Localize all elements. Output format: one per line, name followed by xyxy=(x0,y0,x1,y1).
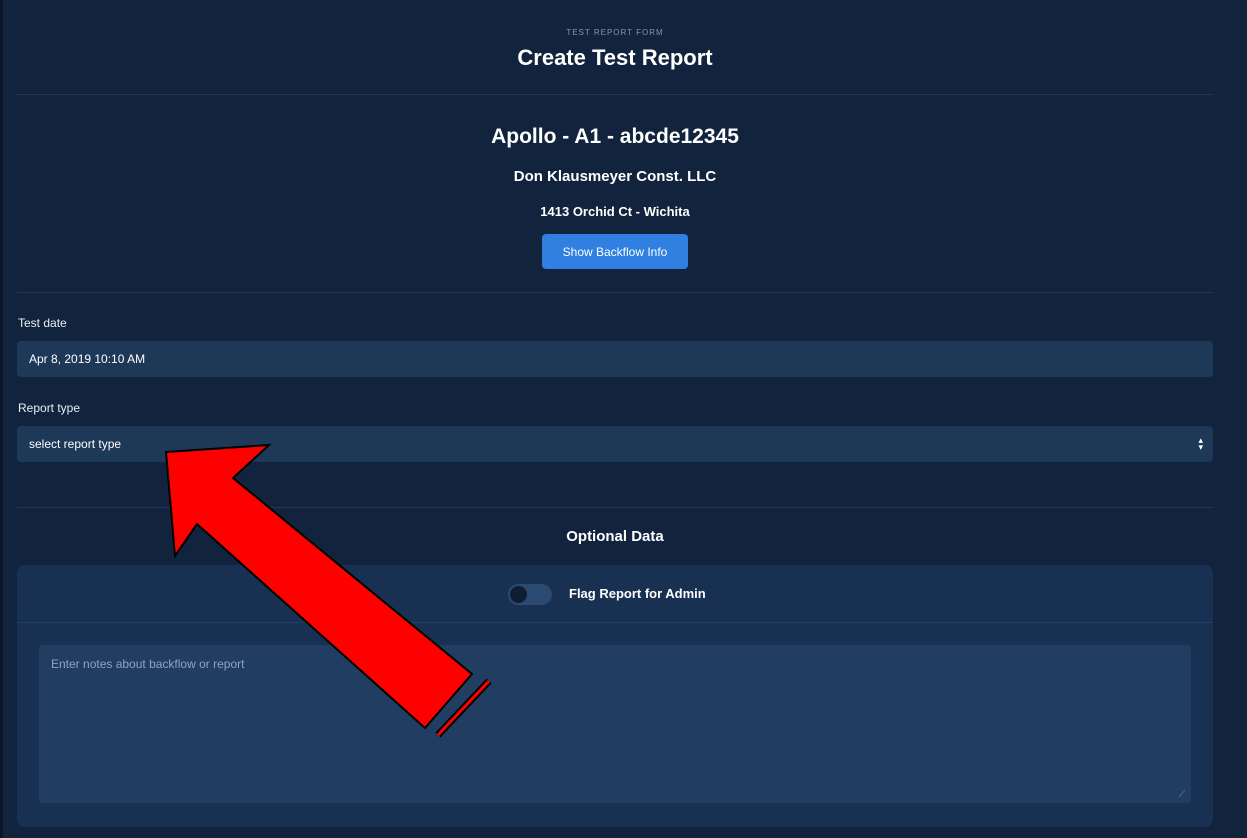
test-date-value: Apr 8, 2019 10:10 AM xyxy=(29,352,146,366)
optional-data-card: Flag Report for Admin ⟋ xyxy=(17,565,1213,827)
report-type-select[interactable]: select report type ▴ ▾ xyxy=(17,426,1213,462)
resize-handle-icon[interactable]: ⟋ xyxy=(1179,789,1185,800)
site-address: 1413 Orchid Ct - Wichita xyxy=(540,204,690,219)
select-arrows-icon: ▴ ▾ xyxy=(1198,435,1203,452)
toggle-knob xyxy=(510,586,527,603)
card-divider xyxy=(17,622,1213,623)
form-divider xyxy=(17,507,1213,508)
flag-report-label: Flag Report for Admin xyxy=(569,586,706,601)
form-eyebrow: TEST REPORT FORM xyxy=(566,28,664,37)
show-backflow-info-button[interactable]: Show Backflow Info xyxy=(542,234,688,269)
test-date-label: Test date xyxy=(18,316,67,330)
optional-data-title: Optional Data xyxy=(566,528,664,545)
report-type-value: select report type xyxy=(29,437,122,451)
report-type-label: Report type xyxy=(18,401,81,415)
test-date-input[interactable]: Apr 8, 2019 10:10 AM xyxy=(17,341,1213,377)
device-divider xyxy=(17,292,1213,293)
device-title: Apollo - A1 - abcde12345 xyxy=(491,125,739,148)
notes-textarea[interactable] xyxy=(39,645,1191,803)
page-title: Create Test Report xyxy=(517,45,713,70)
flag-report-toggle[interactable] xyxy=(508,584,552,605)
header-divider xyxy=(17,94,1213,95)
company-name: Don Klausmeyer Const. LLC xyxy=(513,168,717,185)
test-report-page: TEST REPORT FORM Create Test Report Apol… xyxy=(0,0,1247,838)
